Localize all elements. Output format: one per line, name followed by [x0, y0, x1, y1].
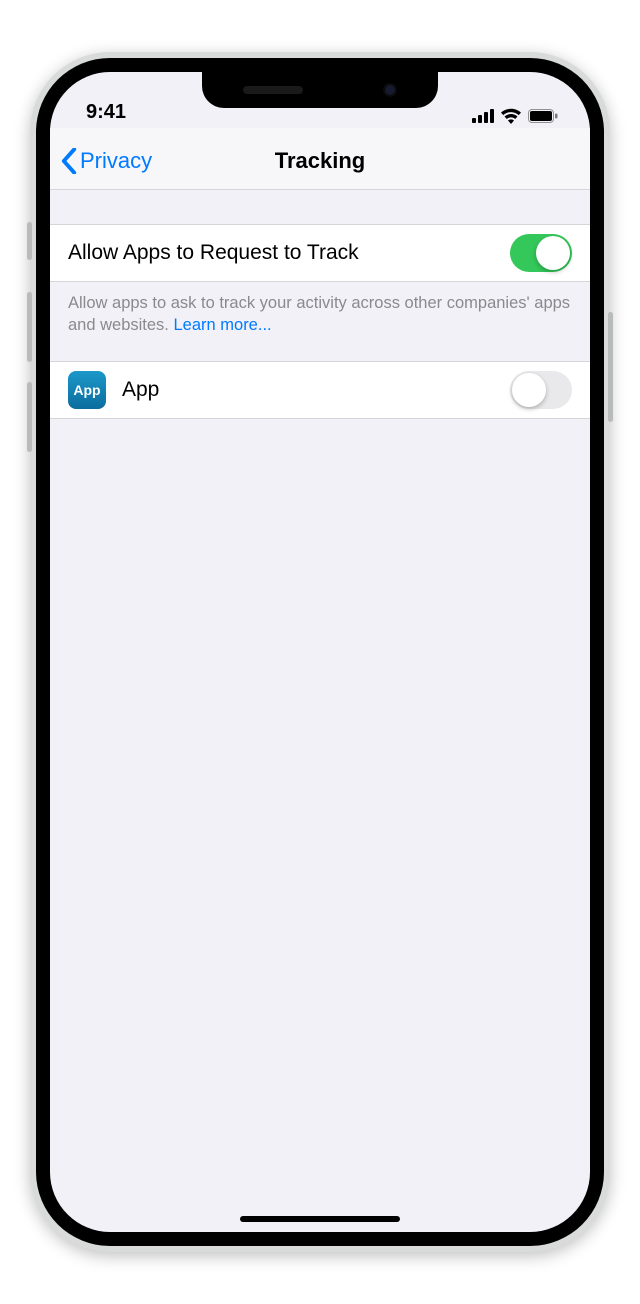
allow-tracking-footer: Allow apps to ask to track your activity… [50, 282, 590, 361]
footer-text: Allow apps to ask to track your activity… [68, 294, 570, 334]
allow-tracking-toggle[interactable] [510, 234, 572, 272]
silent-switch [27, 222, 32, 260]
volume-up-button [27, 292, 32, 362]
status-time: 9:41 [86, 101, 126, 124]
home-indicator[interactable] [240, 1216, 400, 1222]
screen: 9:41 Privacy Tracking Allow Apps to Requ… [50, 72, 590, 1232]
wifi-icon [500, 108, 522, 124]
app-icon: App [68, 371, 106, 409]
allow-tracking-label: Allow Apps to Request to Track [68, 241, 510, 265]
app-row: App App [50, 361, 590, 419]
content: Allow Apps to Request to Track Allow app… [50, 190, 590, 419]
chevron-left-icon [60, 148, 78, 174]
battery-icon [528, 109, 558, 123]
learn-more-link[interactable]: Learn more... [173, 316, 271, 334]
app-label: App [122, 378, 510, 402]
app-tracking-toggle[interactable] [510, 371, 572, 409]
speaker-grille [243, 86, 303, 94]
volume-down-button [27, 382, 32, 452]
toggle-knob [512, 373, 546, 407]
notch [202, 72, 438, 108]
power-button [608, 312, 613, 422]
cellular-icon [472, 109, 494, 123]
navigation-bar: Privacy Tracking [50, 128, 590, 190]
front-camera [383, 83, 397, 97]
app-icon-text: App [73, 382, 100, 398]
back-label: Privacy [80, 148, 152, 174]
back-button[interactable]: Privacy [60, 148, 152, 174]
toggle-knob [536, 236, 570, 270]
allow-tracking-row: Allow Apps to Request to Track [50, 224, 590, 282]
phone-frame: 9:41 Privacy Tracking Allow Apps to Requ… [30, 52, 610, 1252]
